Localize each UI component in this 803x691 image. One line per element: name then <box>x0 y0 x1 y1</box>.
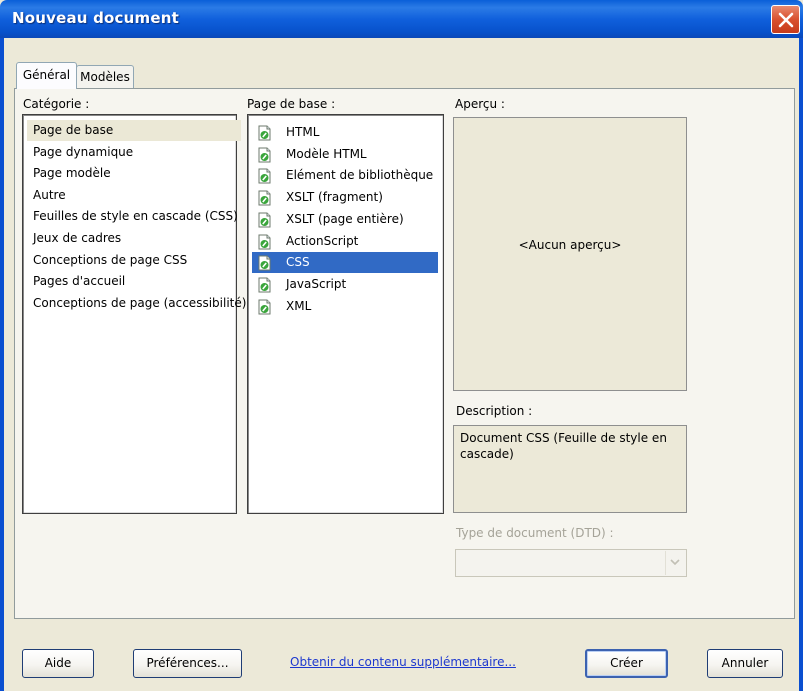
doctype-dropdown-button[interactable] <box>665 551 685 575</box>
base-page-item-label: XSLT (fragment) <box>286 190 383 205</box>
base-page-item[interactable]: XSLT (page entière) <box>252 209 438 230</box>
category-item[interactable]: Conceptions de page CSS <box>27 250 187 271</box>
base-page-item-label: XML <box>286 298 312 313</box>
more-content-link[interactable]: Obtenir du contenu supplémentaire... <box>290 655 516 669</box>
window-border-right <box>799 38 803 691</box>
base-page-item-label: XSLT (page entière) <box>286 211 404 226</box>
category-list[interactable]: Page de base Page dynamique Page modèle Aut… <box>22 114 246 514</box>
doctype-label: Type de document (DTD) : <box>456 526 614 540</box>
help-button[interactable]: Aide <box>22 649 94 678</box>
preview-label: Aperçu : <box>455 97 505 111</box>
chevron-down-icon <box>670 559 680 566</box>
base-page-item[interactable]: Modèle HTML <box>252 144 438 165</box>
base-page-item[interactable]: ActionScript <box>252 231 438 252</box>
close-icon <box>778 12 794 28</box>
tab-general[interactable]: Général <box>16 62 77 89</box>
dreamweaver-document-icon <box>258 147 271 163</box>
description-label: Description : <box>456 404 533 418</box>
category-label: Catégorie : <box>23 97 90 111</box>
base-page-item[interactable]: CSS <box>252 252 438 274</box>
base-page-item-label: HTML <box>286 125 320 139</box>
base-page-item-label: Modèle HTML <box>286 146 367 161</box>
dreamweaver-document-icon <box>258 234 271 249</box>
base-page-item[interactable]: XSLT (fragment) <box>252 187 438 208</box>
base-page-item[interactable]: XML <box>252 296 438 317</box>
description-box: Document CSS (Feuille de style en cascad… <box>453 425 687 513</box>
title-bar: Nouveau document <box>0 0 803 38</box>
preview-empty-text: <Aucun aperçu> <box>518 238 622 252</box>
create-button[interactable]: Créer <box>585 649 668 678</box>
dreamweaver-document-icon <box>258 168 271 184</box>
base-page-item[interactable]: Elément de bibliothèque <box>252 165 438 186</box>
dreamweaver-document-icon <box>258 255 271 271</box>
preferences-button[interactable]: Préférences... <box>133 649 242 678</box>
category-item[interactable]: Page de base <box>27 120 241 141</box>
tab-modeles[interactable]: Modèles <box>76 65 134 90</box>
base-page-item[interactable]: JavaScript <box>252 274 438 295</box>
category-item[interactable]: Pages d'accueil <box>27 271 125 292</box>
base-page-list[interactable]: HTML Modèle HTML Elément de bibliothèque XS… <box>247 114 444 514</box>
base-page-item-label: CSS <box>286 255 310 270</box>
base-page-item[interactable]: HTML <box>252 122 438 143</box>
dreamweaver-document-icon <box>258 277 271 293</box>
close-button[interactable] <box>771 5 800 34</box>
category-item[interactable]: Autre <box>27 185 66 206</box>
window-border-left <box>0 38 4 691</box>
dreamweaver-document-icon <box>258 212 271 228</box>
category-item[interactable]: Feuilles de style en cascade (CSS) <box>27 206 238 227</box>
dreamweaver-document-icon <box>258 190 271 206</box>
window-title: Nouveau document <box>12 9 179 27</box>
cancel-button[interactable]: Annuler <box>707 649 783 678</box>
base-page-label: Page de base : <box>247 97 336 111</box>
base-page-item-label: Elément de bibliothèque <box>286 168 434 183</box>
dreamweaver-document-icon <box>258 125 271 141</box>
category-item[interactable]: Jeux de cadres <box>27 228 121 249</box>
category-item[interactable]: Page dynamique <box>27 142 133 163</box>
dreamweaver-document-icon <box>258 299 271 315</box>
base-page-item-label: ActionScript <box>286 233 359 248</box>
category-item[interactable]: Conceptions de page (accessibilité) <box>27 293 246 314</box>
base-page-item-label: JavaScript <box>286 276 347 291</box>
category-item[interactable]: Page modèle <box>27 163 111 184</box>
preview-pane: <Aucun aperçu> <box>453 117 687 391</box>
doctype-select[interactable] <box>455 549 687 577</box>
